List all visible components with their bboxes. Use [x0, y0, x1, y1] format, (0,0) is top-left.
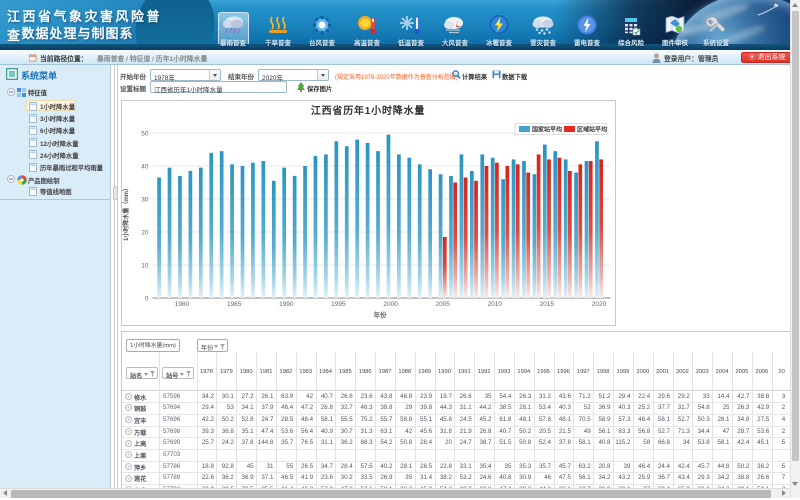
svg-text:0: 0 — [145, 296, 149, 303]
svg-text:1990: 1990 — [279, 301, 294, 308]
svg-text:2010: 2010 — [488, 301, 503, 308]
svg-text:50: 50 — [141, 131, 149, 138]
svg-text:年份: 年份 — [374, 310, 388, 319]
svg-text:2020: 2020 — [592, 301, 607, 308]
svg-text:1小时降水量（mm）: 1小时降水量（mm） — [122, 185, 130, 241]
svg-text:1985: 1985 — [227, 301, 242, 308]
svg-text:2005: 2005 — [435, 301, 450, 308]
svg-text:10: 10 — [141, 263, 149, 270]
svg-text:2015: 2015 — [540, 301, 555, 308]
svg-text:国家站平均: 国家站平均 — [532, 126, 562, 134]
svg-text:20: 20 — [141, 230, 149, 237]
svg-text:30: 30 — [141, 197, 149, 204]
svg-text:40: 40 — [141, 164, 149, 171]
svg-text:江西省历年1小时降水量: 江西省历年1小时降水量 — [311, 104, 425, 117]
svg-text:2000: 2000 — [383, 301, 398, 308]
svg-text:1995: 1995 — [331, 301, 346, 308]
svg-text:区域站平均: 区域站平均 — [577, 126, 607, 134]
svg-text:1980: 1980 — [175, 301, 190, 308]
